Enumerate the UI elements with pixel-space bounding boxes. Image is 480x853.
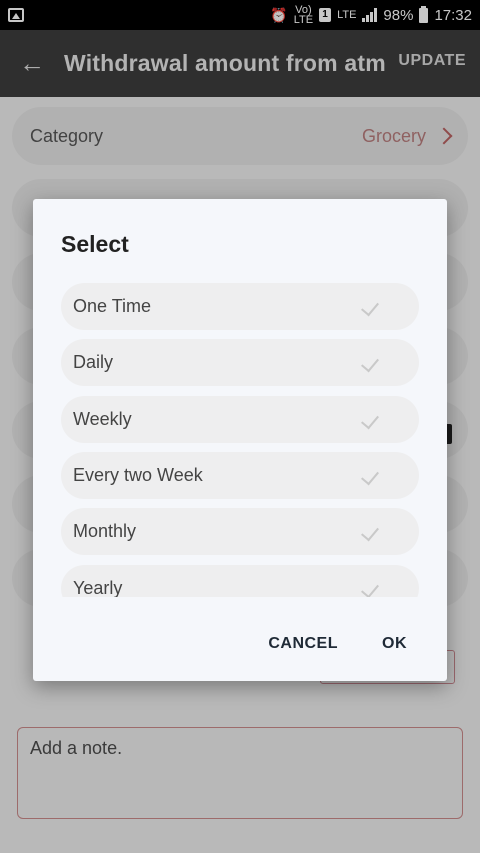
select-dialog: Select One Time Daily Weekly Every two W… xyxy=(33,199,447,681)
dialog-title: Select xyxy=(61,231,129,257)
option-one-time[interactable]: One Time xyxy=(61,283,419,330)
check-icon xyxy=(361,466,379,485)
option-label: One Time xyxy=(73,296,152,316)
option-weekly[interactable]: Weekly xyxy=(61,396,419,443)
ok-button[interactable]: OK xyxy=(382,635,407,653)
cancel-button[interactable]: CANCEL xyxy=(268,635,338,653)
option-list[interactable]: One Time Daily Weekly Every two Week Mon… xyxy=(61,281,419,597)
check-icon xyxy=(361,297,379,316)
option-monthly[interactable]: Monthly xyxy=(61,508,419,555)
option-yearly[interactable]: Yearly xyxy=(61,565,419,597)
check-icon xyxy=(361,353,379,372)
option-every-two-week[interactable]: Every two Week xyxy=(61,452,419,499)
option-label: Weekly xyxy=(73,409,132,429)
check-icon xyxy=(361,522,379,541)
check-icon xyxy=(361,579,379,597)
option-label: Monthly xyxy=(73,521,137,541)
dialog-actions: CANCEL OK xyxy=(268,635,407,653)
option-label: Yearly xyxy=(73,578,123,597)
check-icon xyxy=(361,410,379,429)
option-label: Every two Week xyxy=(73,465,203,485)
option-label: Daily xyxy=(73,352,114,372)
option-daily[interactable]: Daily xyxy=(61,339,419,386)
